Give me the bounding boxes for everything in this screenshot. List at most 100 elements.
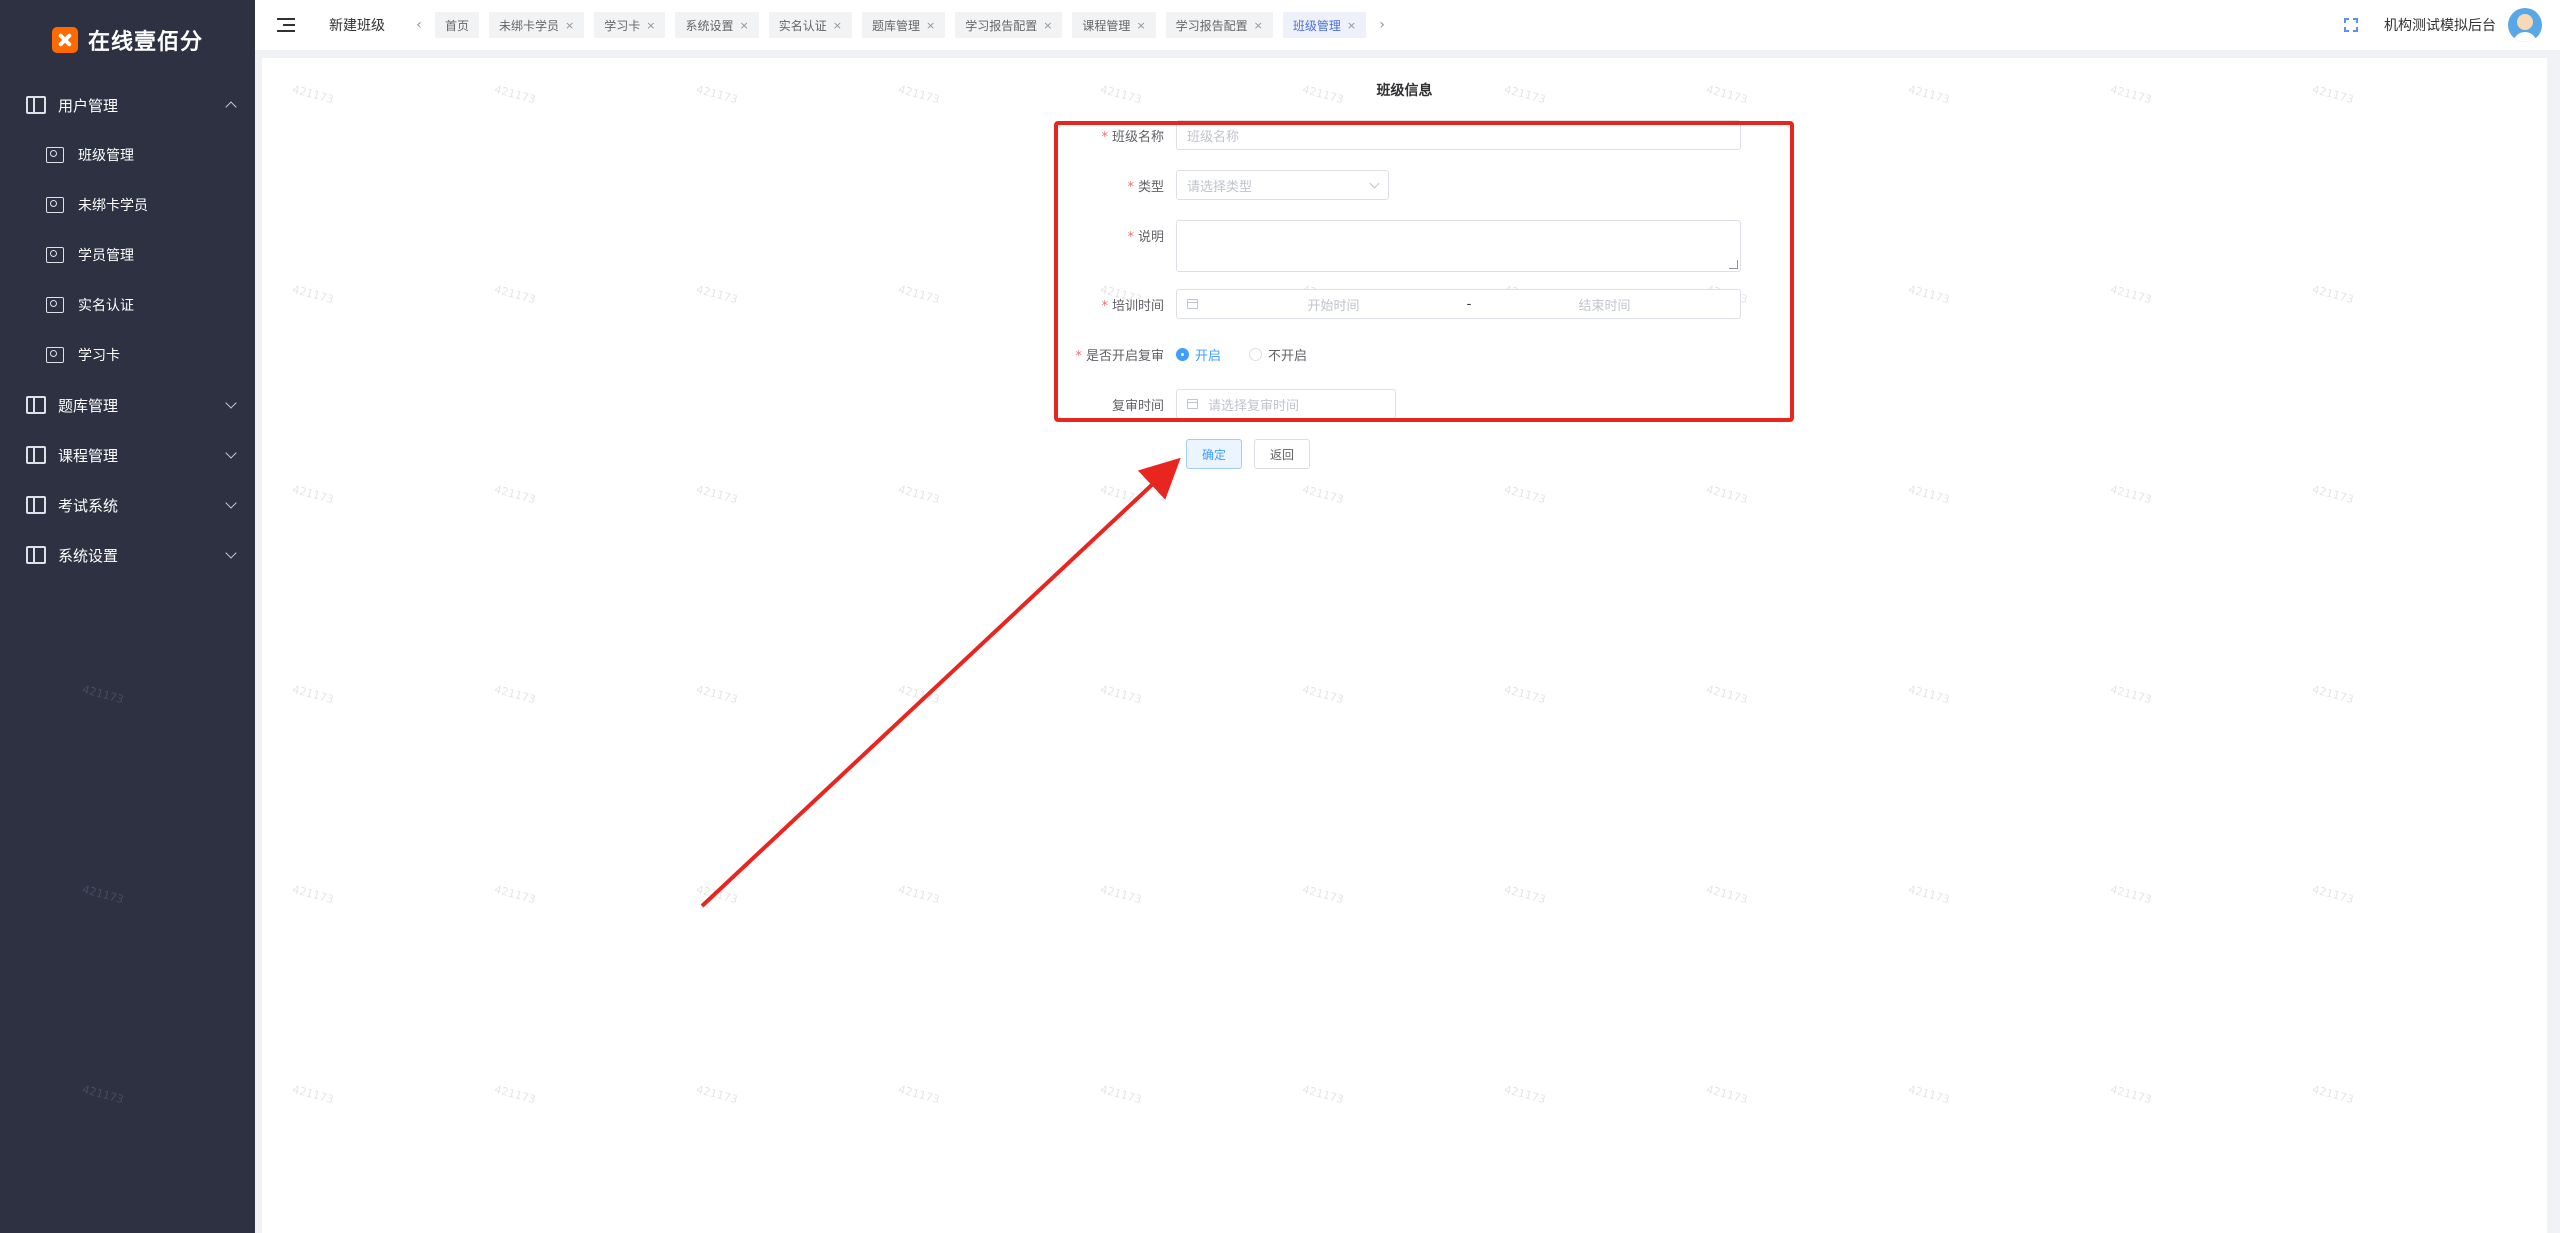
watermark: 421173 (493, 682, 537, 707)
watermark: 421173 (493, 1082, 537, 1107)
type-select[interactable]: 请选择类型 (1176, 170, 1389, 200)
tab-home[interactable]: 首页 (435, 12, 480, 38)
sidebar-subitem-study-card[interactable]: 学习卡 (0, 330, 255, 380)
chevron-down-icon (225, 397, 237, 409)
radio-label: 不开启 (1268, 348, 1308, 364)
user-card-icon (46, 247, 64, 263)
tab-label: 班级管理 (1292, 18, 1341, 33)
page-title: 新建班级 (329, 18, 385, 34)
back-button[interactable]: 返回 (1254, 439, 1311, 469)
sidebar-menu: 用户管理 班级管理 未绑卡学员 学员管理 实名认证 学习卡 题库管理 课程管理 … (0, 80, 255, 580)
watermark: 421173 (493, 882, 537, 907)
sidebar-item-exam-system[interactable]: 考试系统 (0, 480, 255, 530)
sidebar-item-system-settings[interactable]: 系统设置 (0, 530, 255, 580)
close-icon[interactable]: × (1254, 19, 1263, 32)
main-content: 421173 421173 421173 421173 421173 421173 4211… (262, 58, 2547, 1233)
class-name-input[interactable]: 班级名称 (1176, 120, 1741, 150)
close-icon[interactable]: × (565, 19, 574, 32)
sidebar-subitem-real-name-auth[interactable]: 实名认证 (0, 280, 255, 330)
tab-label: 系统设置 (685, 18, 734, 33)
calendar-icon (1187, 399, 1198, 409)
sidebar-subitem-label: 班级管理 (78, 148, 134, 164)
top-header: 新建班级 ‹ 首页 未绑卡学员 × 学习卡 × 系统设置 × 实名认证 × 题库管理 × … (255, 0, 2560, 50)
watermark: 421173 (1907, 682, 1951, 707)
watermark: 421173 (1099, 482, 1143, 507)
chevron-down-icon (1369, 178, 1380, 188)
tab-study-card[interactable]: 学习卡 × (594, 12, 666, 38)
menu-toggle-icon[interactable] (277, 18, 295, 32)
watermark: 421173 (81, 1082, 125, 1107)
tab-question-bank[interactable]: 题库管理 × (861, 12, 946, 38)
close-icon[interactable]: × (926, 19, 935, 32)
logo[interactable]: 在线壹佰分 (0, 0, 255, 80)
tab-unbound-students[interactable]: 未绑卡学员 × (489, 12, 585, 38)
watermark: 421173 (2109, 682, 2153, 707)
form-actions: 确定 返回 (262, 439, 1311, 469)
tabs-prev-button[interactable]: ‹ (409, 17, 429, 33)
tabs-next-button[interactable]: › (1372, 17, 1392, 33)
watermark: 421173 (291, 882, 335, 907)
close-icon[interactable]: × (833, 19, 842, 32)
tab-system-settings[interactable]: 系统设置 × (675, 12, 759, 38)
chevron-down-icon (225, 547, 237, 559)
sidebar-item-course-management[interactable]: 课程管理 (0, 430, 255, 480)
form-title: 班级信息 (1376, 83, 1433, 99)
tab-study-report-config[interactable]: 学习报告配置 × (955, 12, 1063, 38)
watermark: 421173 (81, 882, 125, 907)
sidebar-subitem-label: 未绑卡学员 (78, 198, 148, 214)
review-label: * 是否开启复审 (262, 345, 1176, 364)
watermark: 421173 (1503, 682, 1547, 707)
avatar[interactable] (2508, 8, 2542, 42)
tab-real-name-auth[interactable]: 实名认证 × (768, 12, 852, 38)
label-text: 复审时间 (1111, 398, 1164, 414)
tab-label: 学习报告配置 (965, 18, 1038, 33)
training-time-range-picker[interactable]: 开始时间 - 结束时间 (1176, 289, 1741, 319)
book-icon (26, 496, 46, 514)
watermark: 421173 (2311, 482, 2355, 507)
training-time-label: * 培训时间 (262, 295, 1176, 314)
label-text: 类型 (1137, 179, 1164, 195)
close-icon[interactable]: × (740, 19, 749, 32)
tab-class-management[interactable]: 班级管理 × (1282, 12, 1367, 38)
close-icon[interactable]: × (646, 19, 655, 32)
sidebar-subitem-class-management[interactable]: 班级管理 (0, 130, 255, 180)
sidebar-subitem-label: 学员管理 (78, 248, 134, 264)
review-time-picker[interactable]: 请选择复审时间 (1176, 389, 1396, 419)
watermark: 421173 (1503, 882, 1547, 907)
calendar-icon (1187, 299, 1198, 309)
watermark: 421173 (2311, 682, 2355, 707)
tab-label: 未绑卡学员 (499, 18, 560, 33)
confirm-button[interactable]: 确定 (1186, 439, 1243, 469)
description-label: * 说明 (262, 220, 1176, 245)
book-icon (26, 96, 46, 114)
logo-icon (51, 27, 78, 53)
end-time-input[interactable]: 结束时间 (1479, 295, 1730, 314)
radio-enable[interactable]: 开启 (1176, 345, 1221, 364)
required-mark: * (1127, 179, 1134, 195)
user-card-icon (46, 297, 64, 313)
tab-study-report-config-2[interactable]: 学习报告配置 × (1165, 12, 1273, 38)
org-name[interactable]: 机构测试模拟后台 (2384, 15, 2496, 35)
watermark: 421173 (897, 482, 941, 507)
watermark: 421173 (1705, 682, 1749, 707)
watermark: 421173 (1705, 482, 1749, 507)
start-time-input[interactable]: 开始时间 (1208, 295, 1459, 314)
sidebar-item-question-bank[interactable]: 题库管理 (0, 380, 255, 430)
fullscreen-icon[interactable] (2344, 18, 2358, 32)
watermark: 421173 (81, 682, 125, 707)
close-icon[interactable]: × (1347, 19, 1356, 32)
book-icon (26, 396, 46, 414)
description-textarea[interactable] (1176, 220, 1741, 272)
radio-disable[interactable]: 不开启 (1249, 345, 1307, 364)
chevron-down-icon (225, 447, 237, 459)
sidebar-subitem-unbound-students[interactable]: 未绑卡学员 (0, 180, 255, 230)
close-icon[interactable]: × (1136, 19, 1145, 32)
label-text: 班级名称 (1111, 129, 1164, 145)
sidebar-item-user-management[interactable]: 用户管理 (0, 80, 255, 130)
close-icon[interactable]: × (1043, 19, 1052, 32)
sidebar: 在线壹佰分 用户管理 班级管理 未绑卡学员 学员管理 实名认证 学习卡 题库管理… (0, 0, 255, 1233)
user-card-icon (46, 347, 64, 363)
chevron-down-icon (225, 497, 237, 509)
tab-course-management[interactable]: 课程管理 × (1072, 12, 1156, 38)
sidebar-subitem-student-management[interactable]: 学员管理 (0, 230, 255, 280)
